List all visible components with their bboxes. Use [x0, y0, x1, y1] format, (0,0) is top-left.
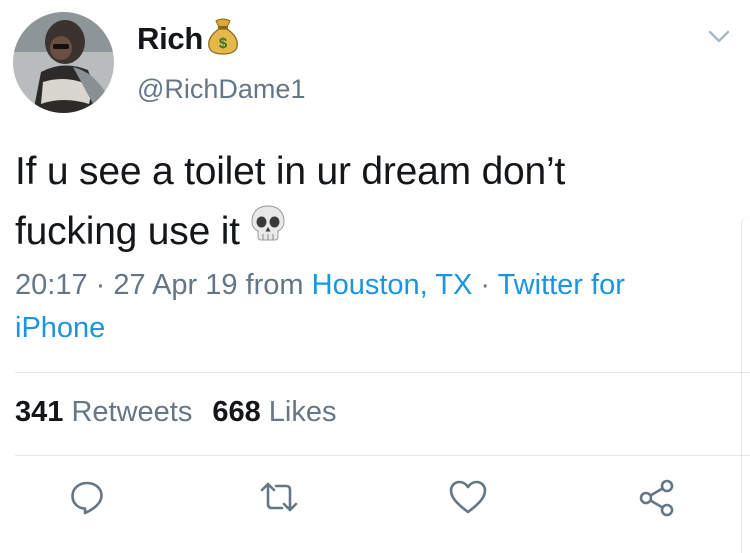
- retweets-count: 341: [15, 396, 64, 428]
- display-name-row[interactable]: Rich $: [137, 17, 241, 60]
- tweet-date: 27 Apr 19: [113, 269, 238, 301]
- retweets-label: Retweets: [63, 396, 193, 428]
- tweet-text-line: If u see a toilet in ur dream don’t: [15, 150, 566, 193]
- tweet-time: 20:17: [15, 269, 88, 301]
- tweet-text: If u see a toilet in ur dream don’t fuck…: [15, 142, 735, 264]
- tweet-text-segment: fucking use it: [15, 210, 240, 253]
- chevron-down-icon[interactable]: [708, 30, 730, 49]
- likes-label: Likes: [260, 396, 337, 428]
- reply-icon[interactable]: [68, 478, 106, 521]
- skull-icon: [248, 201, 288, 261]
- meta-separator: ·: [472, 269, 498, 301]
- user-handle[interactable]: @RichDame1: [137, 74, 305, 105]
- share-icon[interactable]: [637, 478, 677, 523]
- location-link[interactable]: Houston, TX: [312, 269, 473, 301]
- retweets-stat[interactable]: 341 Retweets: [15, 396, 192, 428]
- retweet-icon[interactable]: [258, 478, 300, 521]
- avatar-image: [13, 12, 114, 113]
- action-bar: [0, 478, 750, 518]
- display-name: Rich: [137, 20, 203, 56]
- likes-stat[interactable]: 668 Likes: [212, 396, 336, 428]
- money-bag-icon: $: [205, 17, 241, 60]
- divider: [15, 372, 750, 373]
- divider: [15, 455, 750, 456]
- tweet-text-line: fucking use it: [15, 202, 735, 264]
- likes-count: 668: [212, 396, 261, 428]
- tweet-meta: 20:17 · 27 Apr 19 from Houston, TX · Twi…: [15, 264, 715, 350]
- svg-text:$: $: [219, 35, 228, 52]
- meta-separator: ·: [87, 269, 114, 301]
- avatar[interactable]: [13, 12, 114, 113]
- tweet-stats: 341 Retweets 668 Likes: [15, 396, 337, 429]
- scrollbar[interactable]: [741, 216, 750, 553]
- meta-from: from: [237, 269, 312, 301]
- like-icon[interactable]: [448, 478, 488, 521]
